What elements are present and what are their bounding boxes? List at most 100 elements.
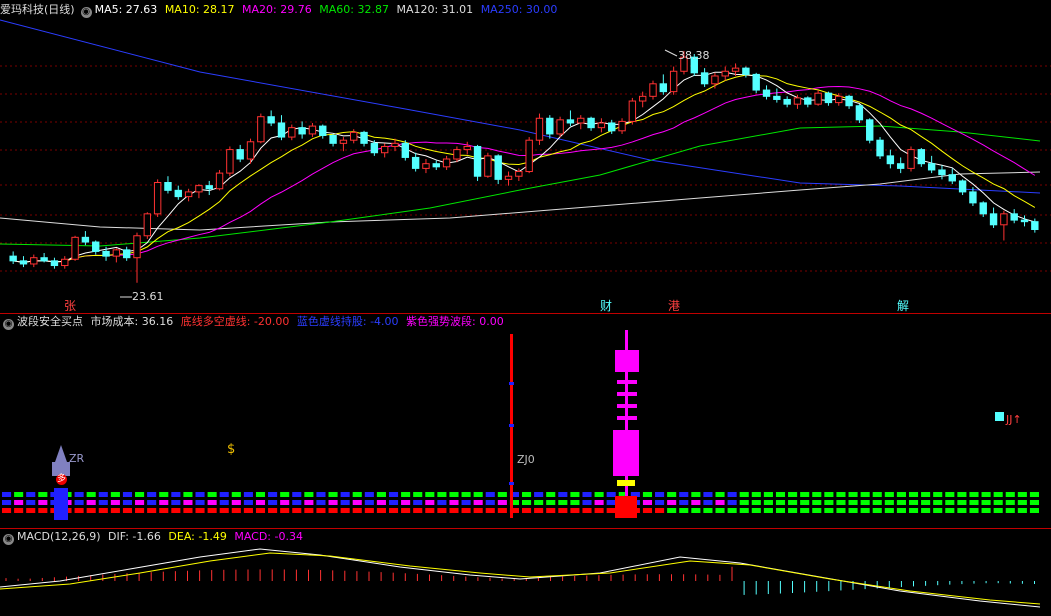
signal-cell: [727, 500, 737, 505]
signal-cell: [14, 500, 24, 505]
signal-cell: [98, 500, 108, 505]
signal-cell: [727, 492, 737, 497]
signal-cell: [933, 500, 943, 505]
candle-body: [845, 95, 853, 107]
kline-legend: 爱玛科技(日线) ◉ MA5: 27.63 MA10: 28.17 MA20: 29…: [0, 0, 561, 20]
signal-cell: [135, 492, 145, 497]
signal-cell: [848, 500, 858, 505]
candle-body: [442, 158, 451, 168]
signal-cell: [147, 508, 157, 513]
signal-cell: [957, 492, 967, 497]
kline-pane[interactable]: 爱玛科技(日线) ◉ MA5: 27.63 MA10: 28.17 MA20: 29…: [0, 0, 1051, 313]
signal-cell: [364, 492, 374, 497]
signal-cell: [304, 492, 314, 497]
candle-body: [969, 191, 977, 204]
ma60-label: MA60: 32.87: [319, 3, 389, 16]
signal-cell: [110, 492, 120, 497]
signal-cell: [582, 500, 592, 505]
settings-circle-icon[interactable]: ◉: [80, 7, 92, 18]
candle-body: [133, 235, 141, 259]
signal-cell: [981, 492, 991, 497]
signal-cell: [195, 508, 205, 513]
candle-body: [102, 250, 110, 257]
indicator-pane[interactable]: ◉ 波段安全买点 市场成本: 36.16 底线多空虚线: -20.00 蓝色虚线持…: [0, 314, 1051, 528]
signal-cell: [860, 500, 870, 505]
signal-cell: [292, 508, 302, 513]
signal-cell: [485, 508, 495, 513]
rocket-tip: [55, 445, 67, 462]
signal-cell: [775, 500, 786, 505]
indicator-legend: ◉ 波段安全买点 市场成本: 36.16 底线多空虚线: -20.00 蓝色虚线持…: [0, 312, 508, 332]
signal-cell: [328, 500, 338, 505]
signal-cell: [606, 500, 616, 505]
signal-cell: [243, 500, 253, 505]
signal-cell: [1017, 492, 1027, 497]
signal-cell: [1029, 508, 1039, 513]
signal-cell: [74, 492, 84, 497]
signal-cell: [461, 508, 471, 513]
signal-cell: [195, 500, 205, 505]
signal-cell: [207, 508, 217, 513]
candle-body: [824, 92, 833, 104]
signal-cell: [570, 500, 580, 505]
indicator-chart[interactable]: [0, 314, 1051, 528]
signal-cell: [945, 492, 955, 497]
tower-rung: [617, 416, 637, 420]
stock-name: 爱玛科技(日线): [0, 3, 75, 16]
signal-cell: [425, 500, 435, 505]
tower-rung: [617, 392, 637, 396]
zr-label: ZR: [69, 452, 85, 465]
candle-body: [319, 125, 327, 136]
signal-cell: [642, 500, 653, 505]
signal-cell: [775, 492, 786, 497]
signal-cell: [872, 508, 882, 513]
signal-cell: [969, 508, 979, 513]
marker-cai[interactable]: 财: [600, 297, 612, 314]
candle-body: [246, 141, 255, 160]
candle-body: [535, 117, 544, 141]
signal-cell: [655, 492, 665, 497]
candle-body: [876, 139, 884, 157]
signal-cell: [715, 500, 725, 505]
candle-body: [484, 155, 492, 177]
candle-body: [958, 180, 967, 193]
candle-body: [721, 70, 729, 77]
signal-cell: [98, 492, 108, 497]
ma10-label: MA10: 28.17: [164, 3, 235, 16]
settings-circle-icon[interactable]: ◉: [3, 534, 14, 545]
candle-body: [30, 257, 38, 265]
dea-label: DEA: -1.49: [168, 530, 227, 543]
kline-chart[interactable]: [0, 0, 1051, 313]
spike-mark: [509, 424, 514, 427]
candle-body: [907, 149, 915, 169]
marker-gang[interactable]: 港: [668, 297, 680, 314]
signal-cell: [231, 508, 241, 513]
candle-body: [174, 189, 182, 198]
signal-cell: [775, 508, 786, 513]
signal-cell: [255, 492, 266, 497]
candle-body: [556, 119, 564, 135]
signal-cell: [159, 492, 169, 497]
signal-cell: [110, 508, 120, 513]
signal-cell: [376, 500, 386, 505]
high-price-label: 38.38: [678, 49, 710, 62]
blue-line-label: 蓝色虚线持股: -4.00: [296, 315, 399, 328]
signal-cell: [316, 508, 326, 513]
signal-cell: [667, 508, 677, 513]
signal-cell: [570, 492, 580, 497]
signal-cell: [497, 500, 507, 505]
signal-cell: [14, 508, 24, 513]
marker-jie[interactable]: 解: [897, 297, 909, 314]
ma250-label: MA250: 30.00: [480, 3, 558, 16]
signal-cell: [268, 500, 278, 505]
candle-body: [638, 95, 647, 102]
signal-cell: [921, 500, 931, 505]
signal-cell: [14, 492, 24, 497]
candle-body: [886, 155, 895, 165]
signal-cell: [171, 508, 181, 513]
macd-pane[interactable]: ◉ MACD(12,26,9) DIF: -1.66 DEA: -1.49 MAC…: [0, 529, 1051, 616]
settings-circle-icon[interactable]: ◉: [3, 319, 14, 330]
candle-body: [938, 169, 946, 176]
candle-body: [122, 249, 131, 259]
tower-rung: [617, 380, 637, 384]
